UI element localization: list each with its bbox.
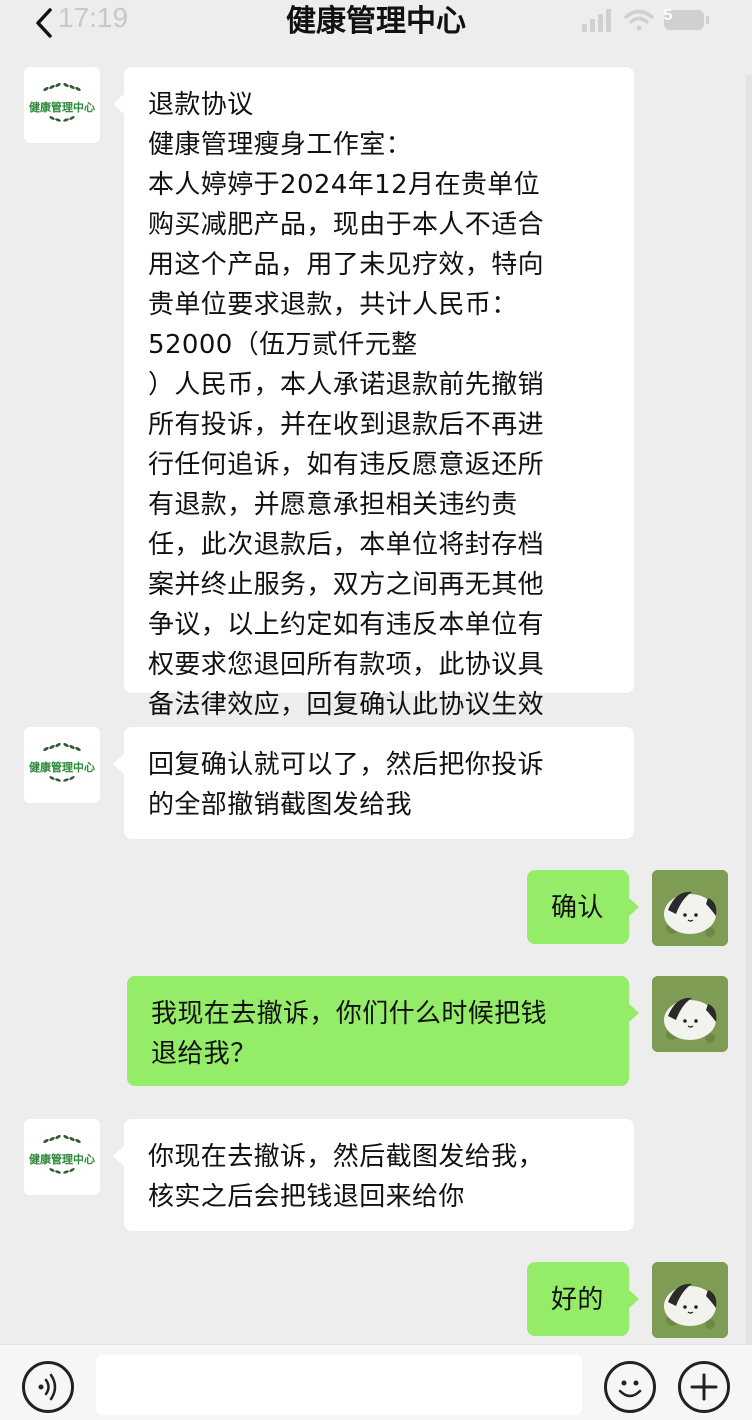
message-bubble-incoming[interactable]: 回复确认就可以了，然后把你投诉 的全部撤销截图发给我 bbox=[124, 727, 634, 839]
message-line: 健康管理瘦身工作室： bbox=[148, 130, 413, 160]
voice-icon bbox=[38, 1373, 57, 1401]
laurel-bottom-icon bbox=[49, 116, 75, 122]
message-line: 用这个产品，用了未见疗效，特向 bbox=[148, 250, 545, 280]
message-line: 案并终止服务，双方之间再无其他 bbox=[148, 570, 545, 600]
laurel-icon bbox=[43, 83, 81, 91]
bubble-tail bbox=[628, 1003, 639, 1023]
message-bubble-incoming[interactable]: 你现在去撤诉，然后截图发给我， 核实之后会把钱退回来给你 bbox=[124, 1119, 634, 1231]
user-avatar[interactable] bbox=[652, 870, 728, 946]
message-line: 备法律效应，回复确认此协议生效 bbox=[148, 690, 545, 720]
scrollbar-track bbox=[746, 75, 752, 1350]
bubble-tail bbox=[113, 94, 124, 114]
laurel-icon bbox=[43, 1135, 81, 1143]
message-line: 退款协议 bbox=[148, 90, 254, 120]
bubble-tail bbox=[628, 897, 639, 917]
message-line: ）人民币，本人承诺退款前先撤销 bbox=[148, 370, 545, 400]
message-line: 退给我？ bbox=[151, 1039, 257, 1069]
message-line: 我现在去撤诉，你们什么时候把钱 bbox=[151, 999, 548, 1029]
signal-icon bbox=[582, 9, 611, 32]
laurel-bottom-icon bbox=[49, 1168, 75, 1174]
message-line: 所有投诉，并在收到退款后不再进 bbox=[148, 410, 545, 440]
message-line: 核实之后会把钱退回来给你 bbox=[148, 1182, 465, 1212]
message-line: 好的 bbox=[551, 1285, 604, 1315]
panda-avatar-icon bbox=[652, 1262, 728, 1338]
avatar-logo-text: 健康管理中心 bbox=[29, 761, 95, 774]
more-actions-button[interactable] bbox=[678, 1361, 730, 1413]
avatar-logo-text: 健康管理中心 bbox=[29, 101, 95, 114]
bubble-tail bbox=[628, 1289, 639, 1309]
message-bubble-outgoing[interactable]: 好的 bbox=[527, 1262, 629, 1336]
contact-avatar[interactable]: 健康管理中心 bbox=[24, 1119, 100, 1195]
emoji-icon bbox=[618, 1380, 642, 1398]
message-bubble-outgoing[interactable]: 确认 bbox=[527, 870, 629, 944]
laurel-bottom-icon bbox=[49, 776, 75, 782]
bubble-tail bbox=[113, 754, 124, 774]
bubble-tail bbox=[113, 1146, 124, 1166]
contact-avatar[interactable]: 健康管理中心 bbox=[24, 67, 100, 143]
user-avatar[interactable] bbox=[652, 1262, 728, 1338]
voice-input-button[interactable] bbox=[22, 1361, 74, 1413]
message-line: 购买减肥产品，现由于本人不适合 bbox=[148, 210, 545, 240]
user-avatar[interactable] bbox=[652, 976, 728, 1052]
input-bar bbox=[0, 1344, 752, 1420]
message-line: 争议，以上约定如有违反本单位有 bbox=[148, 610, 545, 640]
chat-header: 17:19 健康管理中心 5 bbox=[0, 0, 752, 60]
plus-icon bbox=[690, 1373, 718, 1401]
contact-avatar[interactable]: 健康管理中心 bbox=[24, 727, 100, 803]
message-line: 的全部撤销截图发给我 bbox=[148, 790, 413, 820]
message-bubble-outgoing[interactable]: 我现在去撤诉，你们什么时候把钱 退给我？ bbox=[127, 976, 629, 1086]
message-bubble-incoming[interactable]: 退款协议 健康管理瘦身工作室： 本人婷婷于2024年12月在贵单位 购买减肥产品… bbox=[124, 67, 634, 720]
message-line: 任，此次退款后，本单位将封存档 bbox=[148, 530, 545, 560]
message-line: 回复确认就可以了，然后把你投诉 bbox=[148, 750, 545, 780]
battery-level: 5 bbox=[663, 7, 673, 24]
emoji-button[interactable] bbox=[604, 1361, 656, 1413]
message-line: 权要求您退回所有款项，此协议具 bbox=[148, 650, 545, 680]
panda-avatar-icon bbox=[652, 870, 728, 946]
message-line: 52000（伍万贰仟元整 bbox=[148, 330, 418, 360]
panda-avatar-icon bbox=[652, 976, 728, 1052]
message-input[interactable] bbox=[96, 1355, 582, 1415]
message-line: 确认 bbox=[551, 893, 604, 923]
laurel-icon bbox=[43, 743, 81, 751]
message-line: 你现在去撤诉，然后截图发给我， bbox=[148, 1142, 545, 1172]
avatar-logo-text: 健康管理中心 bbox=[29, 1153, 95, 1166]
message-line: 行任何追诉，如有违反愿意返还所 bbox=[148, 450, 545, 480]
message-line: 贵单位要求退款，共计人民币： bbox=[148, 290, 518, 320]
message-line: 本人婷婷于2024年12月在贵单位 bbox=[148, 170, 541, 200]
message-line: 有退款，并愿意承担相关违约责 bbox=[148, 490, 518, 520]
